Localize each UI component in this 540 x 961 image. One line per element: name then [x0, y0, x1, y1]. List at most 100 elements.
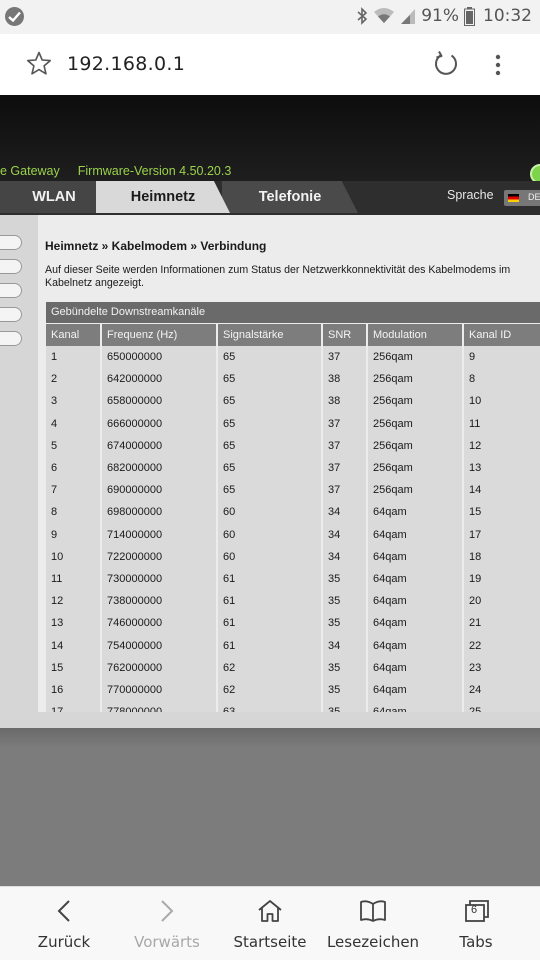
home-button[interactable]: Startseite — [216, 887, 324, 961]
table-cell: 62 — [218, 678, 321, 701]
table-cell: 37 — [323, 434, 366, 457]
table-cell: 15 — [464, 501, 540, 524]
table-cell: 34 — [323, 634, 366, 657]
column-header: Modulation — [368, 324, 462, 346]
table-cell: 650000000 — [102, 346, 216, 369]
sidebar-button[interactable] — [0, 235, 22, 250]
table-cell: 37 — [323, 412, 366, 435]
wifi-icon — [374, 8, 395, 23]
table-cell: 762000000 — [102, 656, 216, 679]
sidebar-button[interactable] — [0, 307, 22, 322]
downstream-table: Kanal Frequenz (Hz) Signalstärke SNR Mod… — [44, 324, 540, 712]
column-header: Kanal ID — [464, 324, 540, 346]
table-cell: 256qam — [368, 412, 462, 435]
table-cell: 770000000 — [102, 678, 216, 701]
column-header: SNR — [323, 324, 366, 346]
table-cell: 34 — [323, 523, 366, 546]
bookmarks-label: Lesezeichen — [326, 933, 420, 951]
forward-button[interactable]: Vorwärts — [113, 887, 221, 961]
tab-telefonie[interactable]: Telefonie — [222, 181, 358, 213]
signal-icon — [401, 9, 416, 24]
bluetooth-icon — [357, 7, 368, 25]
table-cell: 37 — [323, 346, 366, 369]
sidebar-button[interactable] — [0, 283, 22, 298]
table-cell: 64qam — [368, 634, 462, 657]
table-row: 3 658000000 65 38 256qam 10 — [46, 390, 540, 413]
table-cell: 37 — [323, 456, 366, 480]
battery-icon — [464, 6, 475, 26]
table-cell: 714000000 — [102, 523, 216, 546]
back-button[interactable]: Zurück — [10, 887, 118, 961]
table-cell: 666000000 — [102, 412, 216, 435]
table-cell: 9 — [464, 346, 540, 369]
breadcrumb: Heimnetz » Kabelmodem » Verbindung — [45, 239, 267, 253]
table-cell: 61 — [218, 634, 321, 657]
table-title: Gebündelte Downstreamkanäle — [46, 302, 540, 323]
main-content: Heimnetz » Kabelmodem » Verbindung Auf d… — [38, 215, 540, 712]
table-cell: 37 — [323, 479, 366, 502]
menu-icon[interactable] — [494, 54, 502, 76]
table-cell: 1 — [46, 346, 100, 369]
table-cell: 64qam — [368, 612, 462, 635]
table-row: 4 666000000 65 37 256qam 11 — [46, 412, 540, 435]
table-cell: 256qam — [368, 434, 462, 457]
table-cell: 642000000 — [102, 368, 216, 391]
table-cell: 60 — [218, 545, 321, 568]
table-cell: 21 — [464, 612, 540, 635]
table-cell: 64qam — [368, 501, 462, 524]
table-cell: 62 — [218, 656, 321, 679]
language-selector[interactable]: DE — [504, 190, 540, 206]
table-cell: 730000000 — [102, 567, 216, 591]
sidebar-button[interactable] — [0, 259, 22, 274]
browser-url-bar: 192.168.0.1 — [0, 34, 540, 95]
table-cell: 34 — [323, 501, 366, 524]
table-row: 7 690000000 65 37 256qam 14 — [46, 479, 540, 502]
language-code: DE — [528, 192, 540, 202]
reload-icon[interactable] — [432, 50, 460, 78]
table-cell: 65 — [218, 412, 321, 435]
tabs-count: 6 — [470, 904, 478, 916]
table-cell: 17 — [46, 701, 100, 712]
table-cell: 698000000 — [102, 501, 216, 524]
table-cell: 18 — [464, 545, 540, 568]
table-cell: 778000000 — [102, 701, 216, 712]
table-cell: 722000000 — [102, 545, 216, 568]
table-cell: 674000000 — [102, 434, 216, 457]
table-cell: 24 — [464, 678, 540, 701]
table-row: 14 754000000 61 34 64qam 22 — [46, 634, 540, 657]
table-cell: 5 — [46, 434, 100, 457]
status-icons: 91% 10:32 — [356, 6, 532, 26]
sidebar-button[interactable] — [0, 331, 22, 346]
language-label: Sprache — [447, 188, 494, 202]
table-cell: 12 — [46, 590, 100, 613]
bookmarks-button[interactable]: Lesezeichen — [319, 887, 427, 961]
table-cell: 22 — [464, 634, 540, 657]
table-cell: 65 — [218, 390, 321, 413]
tab-wlan[interactable]: WLAN — [0, 181, 108, 213]
table-cell: 256qam — [368, 390, 462, 413]
table-header-row: Kanal Frequenz (Hz) Signalstärke SNR Mod… — [46, 324, 540, 346]
star-icon[interactable] — [26, 51, 52, 76]
table-cell: 4 — [46, 412, 100, 435]
table-cell: 19 — [464, 567, 540, 591]
table-cell: 8 — [46, 501, 100, 524]
table-cell: 38 — [323, 390, 366, 413]
table-cell: 65 — [218, 346, 321, 369]
status-bar: 91% 10:32 — [0, 0, 540, 34]
table-cell: 64qam — [368, 678, 462, 701]
table-row: 8 698000000 60 34 64qam 15 — [46, 501, 540, 524]
table-cell: 11 — [46, 567, 100, 591]
table-row: 16 770000000 62 35 64qam 24 — [46, 678, 540, 701]
page-background — [0, 728, 540, 886]
table-cell: 754000000 — [102, 634, 216, 657]
table-cell: 65 — [218, 479, 321, 502]
url-field[interactable]: 192.168.0.1 — [67, 53, 185, 75]
tabs-button[interactable]: Tabs — [422, 887, 530, 961]
browser-toolbar: Zurück Vorwärts Startseite Lesezeichen T… — [0, 886, 540, 960]
table-cell: 23 — [464, 656, 540, 679]
table-cell: 35 — [323, 612, 366, 635]
table-cell: 14 — [46, 634, 100, 657]
table-cell: 64qam — [368, 545, 462, 568]
tab-heimnetz[interactable]: Heimnetz — [96, 181, 230, 213]
table-cell: 8 — [464, 368, 540, 391]
